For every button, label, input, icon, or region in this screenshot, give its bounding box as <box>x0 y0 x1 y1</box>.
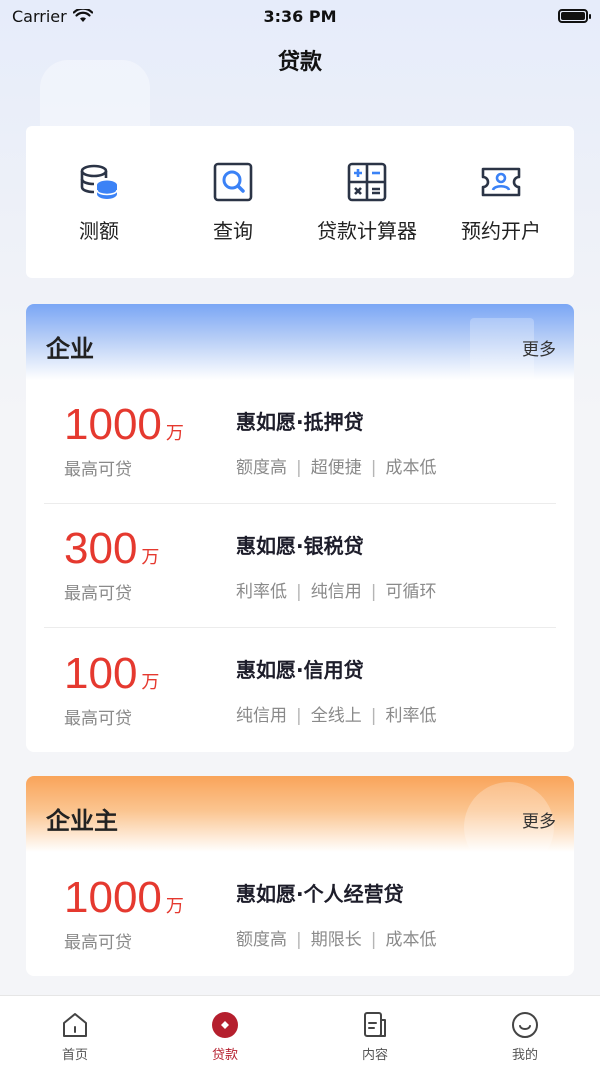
quick-action-appointment[interactable]: 预约开户 <box>436 161 566 244</box>
product-row[interactable]: 100 万 最高可贷 惠如愿·信用贷 纯信用 | 全线上 | 利率低 <box>44 628 556 752</box>
product-info: 惠如愿·信用贷 纯信用 | 全线上 | 利率低 <box>236 654 556 726</box>
tab-loan[interactable]: 贷款 <box>150 996 300 1067</box>
product-tag: 利率低 <box>236 581 287 602</box>
status-left: Carrier <box>12 7 93 26</box>
product-info: 惠如愿·抵押贷 额度高 | 超便捷 | 成本低 <box>236 406 556 478</box>
amount-unit: 万 <box>165 423 184 444</box>
tab-label: 我的 <box>511 1048 538 1063</box>
product-tag: 额度高 <box>236 457 287 478</box>
tab-label: 首页 <box>61 1048 88 1063</box>
smiley-icon <box>512 1012 538 1038</box>
product-tag: 成本低 <box>385 930 437 950</box>
section-enterprise: 企业 更多 1000 万 最高可贷 惠如愿·抵押贷 额度高 | 超便捷 | 成本低 300… <box>26 304 574 752</box>
product-row[interactable]: 1000 万 最高可贷 惠如愿·个人经营贷 额度高 | 期限长 | 成本低 <box>44 852 556 976</box>
section-title: 企业 <box>46 335 94 363</box>
amount-unit: 万 <box>141 671 160 693</box>
amount-unit: 万 <box>141 547 160 568</box>
product-name: 惠如愿·银税贷 <box>236 533 364 558</box>
tab-label: 内容 <box>361 1048 388 1063</box>
product-tag: 超便捷 <box>310 457 362 478</box>
product-name: 惠如愿·信用贷 <box>236 658 364 682</box>
product-tags: 额度高 | 超便捷 | 成本低 <box>236 457 437 478</box>
amount-caption: 最高可贷 <box>64 708 132 729</box>
product-name: 惠如愿·个人经营贷 <box>236 882 404 906</box>
battery-icon <box>558 9 591 23</box>
section-title: 企业主 <box>46 807 118 835</box>
product-info: 惠如愿·个人经营贷 额度高 | 期限长 | 成本低 <box>236 878 556 950</box>
product-row[interactable]: 300 万 最高可贷 惠如愿·银税贷 利率低 | 纯信用 | 可循环 <box>44 504 556 628</box>
amount-block: 300 万 最高可贷 <box>44 524 236 605</box>
tab-bar: 首页 贷款 内容 我的 <box>0 995 600 1067</box>
product-tag: 成本低 <box>385 457 437 478</box>
quick-action-label: 查询 <box>213 218 253 243</box>
tab-label: 贷款 <box>211 1048 238 1063</box>
product-tag: 期限长 <box>310 930 362 950</box>
product-tag: 可循环 <box>385 581 437 602</box>
product-tag: 纯信用 <box>310 581 362 602</box>
product-tags: 纯信用 | 全线上 | 利率低 <box>236 706 437 726</box>
amount-caption: 最高可贷 <box>64 460 132 480</box>
home-icon <box>63 1013 87 1037</box>
page-title: 贷款 <box>277 50 322 75</box>
search-doc-icon <box>213 162 253 201</box>
product-tag: 纯信用 <box>236 706 287 726</box>
calculator-icon <box>347 162 387 201</box>
status-bar: Carrier 3:36 PM <box>0 0 600 32</box>
quick-action-query[interactable]: 查询 <box>168 161 298 244</box>
amount-caption: 最高可贷 <box>64 932 132 953</box>
product-list: 1000 万 最高可贷 惠如愿·个人经营贷 额度高 | 期限长 | 成本低 <box>26 852 574 976</box>
more-link[interactable]: 更多 <box>522 807 556 832</box>
quick-actions-card: 测额 查询 贷款计算器 预约开户 <box>26 126 574 278</box>
amount-caption: 最高可贷 <box>64 584 132 604</box>
product-row[interactable]: 1000 万 最高可贷 惠如愿·抵押贷 额度高 | 超便捷 | 成本低 <box>44 380 556 504</box>
quick-action-label: 测额 <box>79 218 119 243</box>
id-card-icon <box>481 167 521 196</box>
product-tag: 全线上 <box>310 706 362 726</box>
max-amount: 1000 <box>64 400 162 449</box>
amount-unit: 万 <box>165 895 184 917</box>
quick-action-estimate[interactable]: 测额 <box>34 161 164 244</box>
document-icon <box>364 1012 386 1037</box>
tab-content[interactable]: 内容 <box>300 996 450 1067</box>
quick-action-label: 预约开户 <box>461 218 541 243</box>
product-name: 惠如愿·抵押贷 <box>236 409 364 434</box>
database-icon <box>80 164 118 199</box>
quick-action-label: 贷款计算器 <box>317 218 417 243</box>
max-amount: 100 <box>64 648 138 698</box>
amount-block: 100 万 最高可贷 <box>44 648 236 729</box>
amount-block: 1000 万 最高可贷 <box>44 400 236 481</box>
product-tags: 额度高 | 期限长 | 成本低 <box>236 930 437 950</box>
section-header: 企业 更多 <box>26 304 574 408</box>
max-amount: 1000 <box>64 872 162 922</box>
product-tags: 利率低 | 纯信用 | 可循环 <box>236 581 437 602</box>
product-info: 惠如愿·银税贷 利率低 | 纯信用 | 可循环 <box>236 530 556 602</box>
product-tag: 利率低 <box>385 706 437 726</box>
wifi-icon <box>72 9 93 22</box>
section-header: 企业主 更多 <box>26 776 574 872</box>
more-link[interactable]: 更多 <box>522 335 556 360</box>
tab-home[interactable]: 首页 <box>0 996 150 1067</box>
loan-icon <box>212 1012 238 1038</box>
amount-block: 1000 万 最高可贷 <box>44 872 236 953</box>
carrier-label: Carrier <box>12 6 67 26</box>
quick-action-calculator[interactable]: 贷款计算器 <box>302 161 432 244</box>
section-business-owner: 企业主 更多 1000 万 最高可贷 惠如愿·个人经营贷 额度高 | 期限长 | 成本低 <box>26 776 574 976</box>
product-tag: 额度高 <box>236 930 287 950</box>
max-amount: 300 <box>64 524 138 573</box>
tab-mine[interactable]: 我的 <box>450 996 600 1067</box>
product-list: 1000 万 最高可贷 惠如愿·抵押贷 额度高 | 超便捷 | 成本低 300 万 最高可贷… <box>26 380 574 752</box>
